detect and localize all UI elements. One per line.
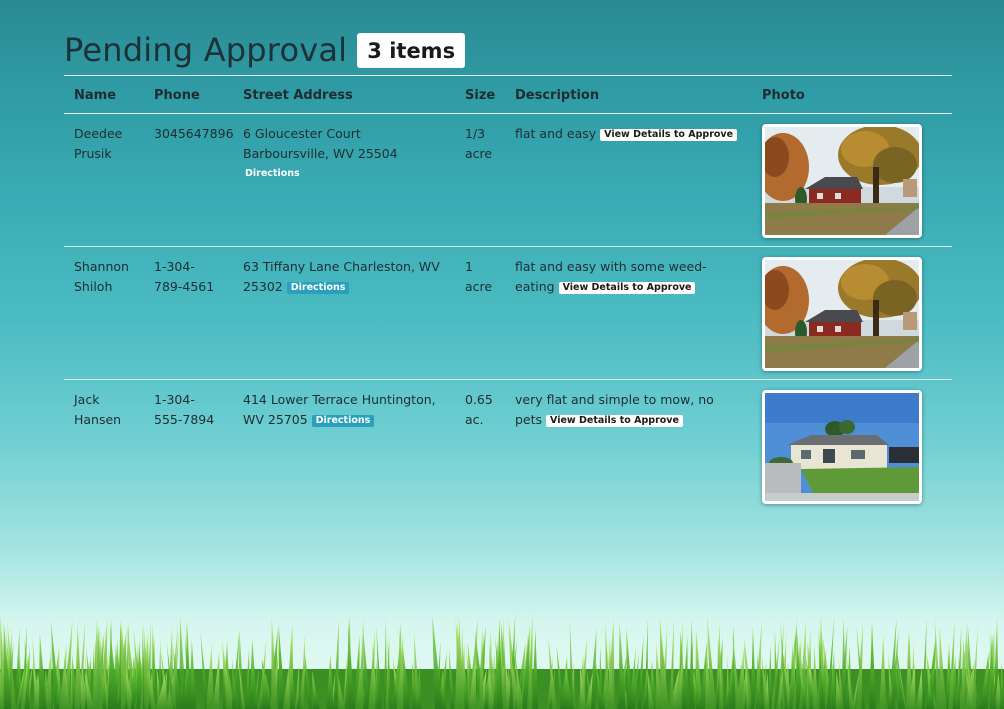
description-text: flat and easy xyxy=(515,126,597,141)
directions-link[interactable]: Directions xyxy=(243,168,302,180)
page-title: Pending Approval xyxy=(64,31,348,69)
cell-name: Deedee Prusik xyxy=(74,126,123,161)
pending-approval-table: Name Phone Street Address Size Descripti… xyxy=(64,75,952,512)
cell-photo xyxy=(752,380,952,513)
cell-address: 63 Tiffany Lane Charleston, WV 25302 Dir… xyxy=(233,247,455,380)
cell-description: flat and easy with some weed-eating View… xyxy=(505,247,752,380)
house-autumn-photo[interactable] xyxy=(762,257,922,371)
item-count-badge: 3 items xyxy=(357,32,466,68)
view-details-button[interactable]: View Details to Approve xyxy=(558,281,696,294)
cell-phone: 3045647896 xyxy=(154,126,234,141)
cell-photo xyxy=(752,114,952,247)
cell-description: flat and easy View Details to Approve xyxy=(505,114,752,247)
table-header-row: Name Phone Street Address Size Descripti… xyxy=(64,75,952,114)
address-text: 6 Gloucester Court Barboursville, WV 255… xyxy=(243,126,398,161)
cell-description: very flat and simple to mow, no pets Vie… xyxy=(505,380,752,513)
cell-address: 6 Gloucester Court Barboursville, WV 255… xyxy=(233,114,455,247)
cell-phone: 1-304-555-7894 xyxy=(154,392,215,427)
cell-name: Shannon Shiloh xyxy=(74,259,129,294)
view-details-button[interactable]: View Details to Approve xyxy=(600,129,738,141)
column-header-size: Size xyxy=(465,87,496,103)
column-header-phone: Phone xyxy=(154,87,200,103)
cell-size: 1 acre xyxy=(465,259,493,294)
house-summer-photo[interactable] xyxy=(762,390,922,504)
cell-photo xyxy=(752,247,952,380)
cell-size: 0.65 ac. xyxy=(465,392,493,427)
house-autumn-photo[interactable] xyxy=(762,124,922,238)
directions-link[interactable]: Directions xyxy=(286,281,350,294)
table-row: Jack Hansen 1-304-555-7894 414 Lower Ter… xyxy=(64,380,952,513)
cell-size: 1/3 acre xyxy=(465,126,493,161)
main-container: Pending Approval 3 items Name Phone Stre… xyxy=(64,30,952,512)
column-header-address: Street Address xyxy=(243,87,353,103)
cell-name: Jack Hansen xyxy=(74,392,122,427)
column-header-name: Name xyxy=(74,87,117,103)
column-header-photo: Photo xyxy=(762,87,805,103)
cell-phone: 1-304-789-4561 xyxy=(154,259,215,294)
title-row: Pending Approval 3 items xyxy=(64,30,952,74)
cell-address: 414 Lower Terrace Huntington, WV 25705 D… xyxy=(233,380,455,513)
table-row: Shannon Shiloh 1-304-789-4561 63 Tiffany… xyxy=(64,247,952,380)
table-row: Deedee Prusik 3045647896 6 Gloucester Co… xyxy=(64,114,952,247)
directions-link[interactable]: Directions xyxy=(311,414,375,427)
column-header-description: Description xyxy=(515,87,600,103)
grass-decoration xyxy=(0,614,1004,709)
view-details-button[interactable]: View Details to Approve xyxy=(546,414,683,427)
